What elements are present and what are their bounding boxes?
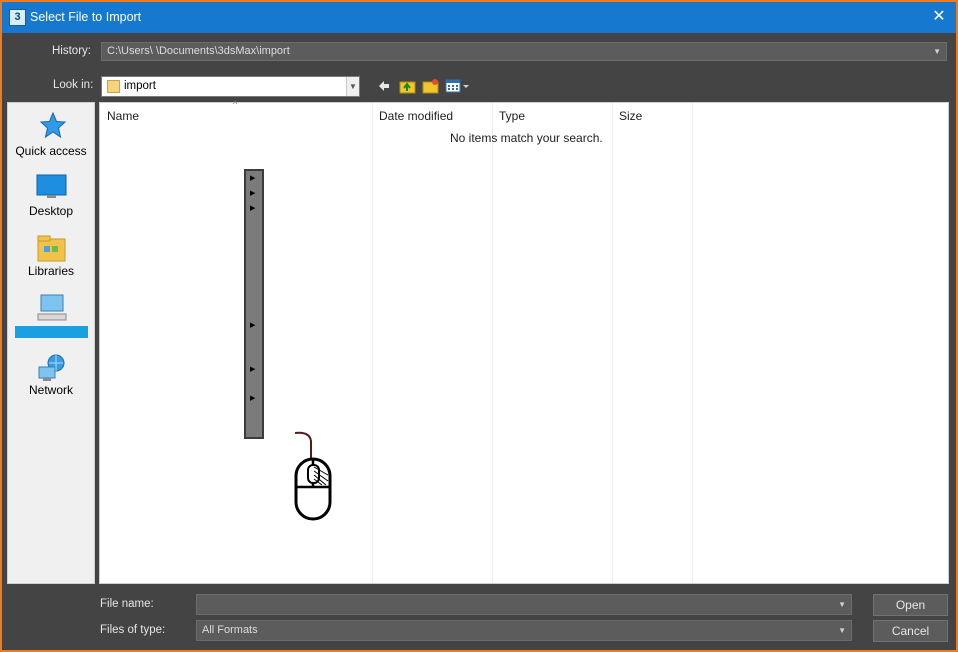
look-in-combo[interactable]: import ▼ — [101, 76, 360, 97]
place-this-pc[interactable] — [8, 291, 94, 341]
file-name-input[interactable]: ▼ — [196, 594, 852, 615]
open-button[interactable]: Open — [873, 594, 948, 616]
selection-highlight — [15, 326, 88, 338]
places-bar: Quick access Desktop Libraries Network — [7, 102, 95, 584]
file-name-label: File name: — [100, 598, 154, 610]
triangle-right-icon: ▶ — [250, 205, 256, 212]
history-label: History: — [52, 45, 91, 57]
vertical-strip-widget[interactable]: ▶ ▶ ▶ ▶ ▶ ▶ — [244, 169, 264, 439]
window-title: Select File to Import — [30, 10, 142, 24]
column-divider — [612, 103, 613, 583]
3dsmax-app-icon: 3 — [9, 9, 26, 26]
triangle-right-icon: ▶ — [250, 322, 256, 329]
cancel-button[interactable]: Cancel — [873, 620, 948, 642]
history-combo[interactable]: C:\Users\ \Documents\3dsMax\import ▼ — [101, 42, 947, 61]
chevron-down-icon[interactable]: ▼ — [346, 77, 359, 96]
place-label: Quick access — [15, 144, 87, 158]
triangle-right-icon: ▶ — [250, 395, 256, 402]
place-quick-access[interactable]: Quick access — [8, 111, 94, 161]
mouse-icon — [294, 431, 332, 521]
column-divider — [372, 103, 373, 583]
computer-icon — [37, 294, 67, 321]
place-label: Network — [28, 383, 73, 397]
column-divider — [492, 103, 493, 583]
column-header-date-modified[interactable]: Date modified — [379, 109, 453, 123]
chevron-down-icon[interactable]: ▼ — [838, 621, 846, 640]
file-list[interactable]: ^ Name Date modified Type Size No items … — [99, 99, 949, 584]
title-bar: 3 Select File to Import ✕ — [2, 2, 956, 33]
back-arrow-icon[interactable] — [377, 78, 391, 94]
files-of-type-select[interactable]: All Formats ▼ — [196, 620, 852, 641]
column-header-size[interactable]: Size — [619, 109, 642, 123]
place-libraries[interactable]: Libraries — [8, 233, 94, 283]
column-divider — [692, 103, 693, 583]
files-of-type-label: Files of type: — [100, 624, 166, 636]
triangle-right-icon: ▶ — [250, 175, 256, 182]
place-network[interactable]: Network — [8, 351, 94, 401]
desktop-icon — [36, 174, 67, 198]
star-icon — [39, 111, 67, 139]
network-icon — [38, 354, 65, 381]
look-in-label: Look in: — [53, 79, 94, 91]
close-button[interactable]: ✕ — [926, 6, 952, 28]
up-folder-icon[interactable] — [399, 78, 417, 94]
look-in-value: import — [124, 80, 156, 92]
sort-indicator-icon: ^ — [233, 99, 238, 109]
view-menu-icon[interactable] — [445, 78, 471, 94]
column-header-type[interactable]: Type — [499, 109, 525, 123]
place-desktop[interactable]: Desktop — [8, 173, 94, 223]
libraries-icon — [37, 235, 66, 262]
chevron-down-icon[interactable]: ▼ — [838, 595, 846, 614]
folder-icon — [107, 80, 120, 93]
chevron-down-icon[interactable]: ▼ — [933, 43, 941, 60]
place-label: Desktop — [28, 204, 74, 218]
files-of-type-value: All Formats — [202, 624, 258, 636]
triangle-right-icon: ▶ — [250, 190, 256, 197]
empty-message: No items match your search. — [450, 131, 603, 145]
history-value: C:\Users\ \Documents\3dsMax\import — [107, 45, 290, 57]
triangle-right-icon: ▶ — [250, 366, 256, 373]
place-label: Libraries — [27, 264, 75, 278]
import-dialog: 3 Select File to Import ✕ History: C:\Us… — [0, 0, 958, 652]
column-header-name[interactable]: Name — [107, 109, 139, 123]
new-folder-icon[interactable] — [422, 78, 440, 94]
